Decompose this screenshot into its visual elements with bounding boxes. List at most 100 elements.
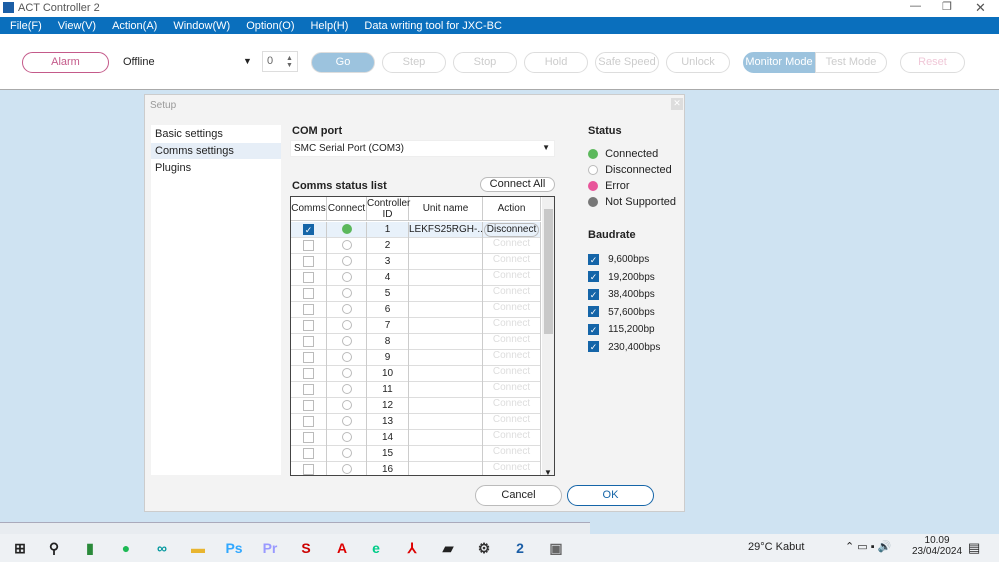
comms-checkbox[interactable]: ✓ [303, 223, 314, 235]
menu-item[interactable]: View(V) [58, 20, 96, 32]
toolbar-button[interactable]: Hold [524, 52, 588, 73]
comms-checkbox[interactable] [303, 239, 314, 251]
comms-checkbox[interactable] [303, 447, 314, 459]
nav-plugins[interactable]: Plugins [151, 159, 281, 177]
baudrate-option[interactable]: ✓ 230,400bps [588, 341, 660, 353]
settings-icon[interactable]: ⚙ [472, 537, 496, 559]
row-action-button[interactable]: Connect [483, 366, 540, 378]
spinner-icon[interactable]: ▲ ▼ [286, 55, 293, 69]
windows-start-icon[interactable]: ⊞ [8, 537, 32, 559]
comms-checkbox[interactable] [303, 431, 314, 443]
solidworks-icon[interactable]: S [294, 537, 318, 559]
comms-checkbox[interactable] [303, 415, 314, 427]
scroll-down-icon[interactable]: ▼ [544, 468, 552, 475]
row-action-button[interactable]: Disconnect [484, 223, 539, 237]
baudrate-checkbox[interactable]: ✓ [588, 341, 599, 353]
baudrate-checkbox[interactable]: ✓ [588, 271, 599, 283]
test-mode-button[interactable]: Test Mode [815, 52, 887, 73]
menu-item[interactable]: Data writing tool for JXC-BC [364, 20, 502, 32]
weather-text[interactable]: 29°C Kabut [748, 541, 804, 553]
nav-comms-settings[interactable]: Comms settings [151, 143, 281, 159]
comms-checkbox[interactable] [303, 255, 314, 267]
file-explorer-icon[interactable]: ▬ [186, 537, 210, 559]
scrollbar-thumb[interactable] [544, 209, 553, 334]
cancel-button[interactable]: Cancel [475, 485, 562, 506]
row-action-button[interactable]: Connect [483, 430, 540, 442]
notification-icon[interactable]: ▤ [968, 540, 980, 556]
row-action-button[interactable]: Connect [483, 254, 540, 266]
app-icon[interactable]: ▮ [78, 537, 102, 559]
menu-item[interactable]: File(F) [10, 20, 42, 32]
comms-checkbox[interactable] [303, 287, 314, 299]
premiere-icon[interactable]: Pr [258, 537, 282, 559]
alarm-button[interactable]: Alarm [22, 52, 109, 73]
baudrate-checkbox[interactable]: ✓ [588, 323, 599, 335]
toolbar-button[interactable]: Safe Speed [595, 52, 659, 73]
ok-button[interactable]: OK [567, 485, 654, 506]
comms-checkbox[interactable] [303, 463, 314, 475]
baudrate-option[interactable]: ✓ 19,200bps [588, 271, 655, 283]
monitor-mode-button[interactable]: Monitor Mode [743, 52, 815, 73]
reset-button[interactable]: Reset [900, 52, 965, 73]
comms-checkbox[interactable] [303, 351, 314, 363]
system-tray-icons[interactable]: ⌃ ▭ ▪ 🔊 [845, 540, 891, 553]
baudrate-checkbox[interactable]: ✓ [588, 288, 599, 300]
row-action-button[interactable]: Connect [483, 334, 540, 346]
menu-item[interactable]: Option(O) [246, 20, 294, 32]
table-scrollbar[interactable]: ▼ [542, 197, 554, 475]
pdf-icon[interactable]: ⅄ [400, 537, 424, 559]
comms-checkbox[interactable] [303, 271, 314, 283]
toolbar-button[interactable]: Step [382, 52, 446, 73]
connect-all-button[interactable]: Connect All [480, 177, 555, 192]
photoshop-icon[interactable]: Ps [222, 537, 246, 559]
edge-icon[interactable]: e [364, 537, 388, 559]
minimize-button[interactable]: — [910, 0, 921, 12]
act-controller-icon[interactable]: 2 [508, 537, 532, 559]
arduino-icon[interactable]: ∞ [150, 537, 174, 559]
minimized-windows-bar[interactable] [0, 522, 590, 534]
row-action-button[interactable]: Connect [483, 462, 540, 474]
chevron-down-icon[interactable]: ▼ [243, 56, 252, 66]
comms-checkbox[interactable] [303, 383, 314, 395]
row-action-button[interactable]: Connect [483, 238, 540, 250]
baudrate-option[interactable]: ✓ 9,600bps [588, 253, 649, 265]
col-unit-name: Unit name [409, 197, 483, 221]
toolbar-button[interactable]: Go [311, 52, 375, 73]
row-action-button[interactable]: Connect [483, 382, 540, 394]
row-action-button[interactable]: Connect [483, 414, 540, 426]
row-action-button[interactable]: Connect [483, 318, 540, 330]
baudrate-checkbox[interactable]: ✓ [588, 253, 599, 265]
comms-checkbox[interactable] [303, 319, 314, 331]
search-icon[interactable]: ⚲ [42, 537, 66, 559]
spotify-icon[interactable]: ● [114, 537, 138, 559]
comms-checkbox[interactable] [303, 335, 314, 347]
com-port-select[interactable]: SMC Serial Port (COM3) ▼ [290, 140, 555, 157]
nav-basic-settings[interactable]: Basic settings [151, 125, 281, 143]
comms-checkbox[interactable] [303, 303, 314, 315]
menu-item[interactable]: Window(W) [173, 20, 230, 32]
row-action-button[interactable]: Connect [483, 286, 540, 298]
baudrate-checkbox[interactable]: ✓ [588, 306, 599, 318]
row-action-button[interactable]: Connect [483, 302, 540, 314]
toolbar-button[interactable]: Unlock [666, 52, 730, 73]
baudrate-option[interactable]: ✓ 38,400bps [588, 288, 655, 300]
acrobat-icon[interactable]: A [330, 537, 354, 559]
mode-select[interactable]: Offline [123, 56, 155, 68]
baudrate-option[interactable]: ✓ 57,600bps [588, 306, 655, 318]
toolbar-button[interactable]: Stop [453, 52, 517, 73]
row-action-button[interactable]: Connect [483, 446, 540, 458]
menu-item[interactable]: Action(A) [112, 20, 157, 32]
app2-icon[interactable]: ▣ [544, 537, 568, 559]
clock[interactable]: 10.09 23/04/2024 [912, 535, 962, 557]
row-action-button[interactable]: Connect [483, 270, 540, 282]
close-button[interactable]: ✕ [975, 0, 986, 16]
comms-checkbox[interactable] [303, 367, 314, 379]
comms-checkbox[interactable] [303, 399, 314, 411]
dialog-close-icon[interactable]: ✕ [671, 98, 683, 110]
row-action-button[interactable]: Connect [483, 398, 540, 410]
baudrate-option[interactable]: ✓ 115,200bp [588, 323, 655, 335]
menu-item[interactable]: Help(H) [310, 20, 348, 32]
maximize-button[interactable]: ❐ [942, 0, 952, 13]
row-action-button[interactable]: Connect [483, 350, 540, 362]
sticky-notes-icon[interactable]: ▰ [436, 537, 460, 559]
